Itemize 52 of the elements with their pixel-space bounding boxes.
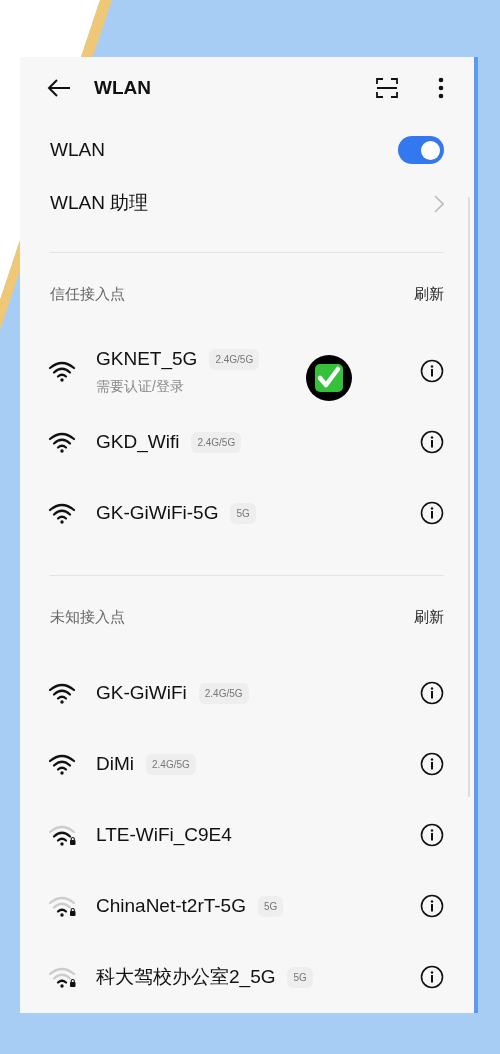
band-tag: 2.4G/5G [198, 683, 249, 704]
more-options-icon[interactable] [438, 77, 444, 100]
network-row[interactable]: GK-GiWiFi-5G 5G [20, 478, 474, 549]
band-tag: 2.4G/5G [146, 754, 196, 775]
network-row[interactable]: DiMi 2.4G/5G [20, 729, 474, 800]
network-name: ChinaNet-t2rT-5G [96, 894, 246, 919]
wifi-icon [48, 682, 76, 705]
network-name: LTE-WiFi_C9E4 [96, 823, 232, 848]
network-row[interactable]: GKD_Wifi 2.4G/5G [20, 407, 474, 478]
wifi-icon [48, 502, 76, 525]
chevron-right-icon [434, 194, 444, 213]
refresh-link[interactable]: 刷新 [414, 605, 444, 629]
network-row[interactable]: LTE-WiFi_C9E4 [20, 800, 474, 871]
network-name: GKD_Wifi [96, 430, 180, 455]
scan-icon[interactable] [376, 78, 398, 99]
band-tag: 2.4G/5G [191, 432, 242, 453]
wlan-assistant-label[interactable]: WLAN 助理 [50, 189, 149, 218]
network-status: 需要认证/登录 [96, 376, 185, 396]
info-icon[interactable] [420, 894, 444, 919]
refresh-link[interactable]: 刷新 [414, 282, 444, 306]
wifi-icon [48, 431, 76, 454]
network-name: 科大驾校办公室2_5G [96, 965, 276, 990]
back-arrow-icon[interactable] [46, 78, 72, 99]
wlan-toggle[interactable] [398, 136, 444, 165]
info-icon[interactable] [420, 823, 444, 848]
wifi-lock-icon [48, 895, 76, 918]
wifi-icon [48, 360, 76, 382]
info-icon[interactable] [420, 430, 444, 455]
network-row[interactable]: ChinaNet-t2rT-5G 5G [20, 871, 474, 942]
wifi-lock-icon [48, 966, 76, 989]
info-icon[interactable] [420, 501, 444, 526]
section-header: 未知接入点 [50, 606, 125, 627]
wifi-icon [48, 753, 76, 776]
section-header: 信任接入点 [50, 283, 125, 304]
wlan-label: WLAN [50, 138, 105, 162]
network-row[interactable]: GKNET_5G 2.4G/5G 需要认证/登录 [20, 335, 474, 407]
band-tag: 5G [287, 967, 313, 988]
band-tag: 2.4G/5G [209, 349, 260, 370]
info-icon[interactable] [420, 965, 444, 990]
info-icon[interactable] [420, 752, 444, 777]
info-icon[interactable] [420, 359, 444, 383]
wifi-lock-icon [48, 824, 76, 847]
network-name: GK-GiWiFi-5G [96, 501, 219, 526]
page-title: WLAN [94, 75, 151, 100]
band-tag: 5G [230, 503, 256, 524]
band-tag: 5G [257, 896, 284, 917]
network-name: DiMi [96, 752, 134, 777]
network-row[interactable]: GK-GiWiFi 2.4G/5G [20, 658, 474, 729]
network-name: GKNET_5G [96, 347, 198, 372]
info-icon[interactable] [420, 681, 444, 706]
network-row[interactable]: 科大驾校办公室2_5G 5G [20, 942, 474, 1013]
network-name: GK-GiWiFi [96, 681, 187, 706]
